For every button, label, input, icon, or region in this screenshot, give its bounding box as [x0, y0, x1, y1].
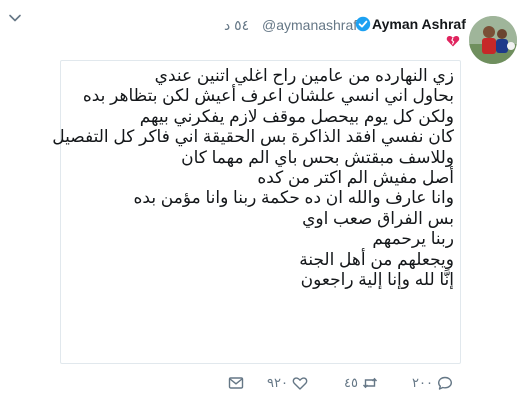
tweet-line: وللاسف مبقتش بحس باي الم مهما كان	[181, 147, 454, 167]
tweet-line: إنَّا لله وإنا إلية راجعون	[300, 270, 454, 290]
tweet-line: أصل مفيش الم اكتر من كده	[257, 168, 454, 188]
avatar-image	[469, 16, 517, 64]
reply-button[interactable]: ٢٠٠	[412, 372, 453, 394]
heart-icon	[292, 377, 308, 390]
tweet-line: بحاول اني انسي علشان اعرف أعيش لكن بتظاه…	[82, 86, 454, 106]
tweet-actions: ٩٢٠ ٤٥ ٢٠٠	[0, 372, 517, 394]
like-count: ٩٢٠	[267, 375, 288, 390]
broken-heart-icon	[446, 36, 460, 47]
reply-icon	[437, 376, 452, 390]
retweet-button[interactable]: ٤٥	[344, 372, 378, 394]
author-name[interactable]: Ayman Ashraf	[372, 16, 466, 32]
tweet-line: كان نفسي افقد الذاكرة بس الحقيقة اني فاك…	[52, 127, 454, 147]
chevron-down-icon[interactable]	[8, 11, 22, 25]
reply-count: ٢٠٠	[412, 375, 433, 390]
tweet-line: زي النهارده من عامين راح اغلي اتنين عندي	[154, 66, 454, 85]
tweet-line: بس الفراق صعب اوي	[302, 208, 454, 228]
tweet-line: ولكن كل يوم بيحصل موقف لازم يفكرني بيهم	[139, 106, 454, 126]
direct-message-icon	[228, 377, 244, 389]
avatar[interactable]	[469, 16, 517, 64]
message-button[interactable]	[228, 372, 244, 394]
like-button[interactable]: ٩٢٠	[267, 372, 308, 394]
tweet-header: ٥٤ د @aymanashraf Ayman Ashraf	[0, 0, 517, 64]
tweet-line: ربنا يرحمهم	[372, 229, 454, 249]
tweet-text: زي النهارده من عامين راح اغلي اتنين عندي…	[52, 66, 454, 290]
tweet-timestamp[interactable]: ٥٤ د	[224, 17, 249, 34]
verified-badge-icon	[355, 16, 371, 32]
user-handle[interactable]: @aymanashraf	[262, 17, 357, 33]
retweet-icon	[362, 377, 377, 389]
retweet-count: ٤٥	[344, 375, 358, 390]
tweet-line: وانا عارف والله ان ده حكمة ربنا وانا مؤم…	[133, 188, 454, 208]
tweet-line: ويجعلهم من أهل الجنة	[299, 249, 454, 269]
